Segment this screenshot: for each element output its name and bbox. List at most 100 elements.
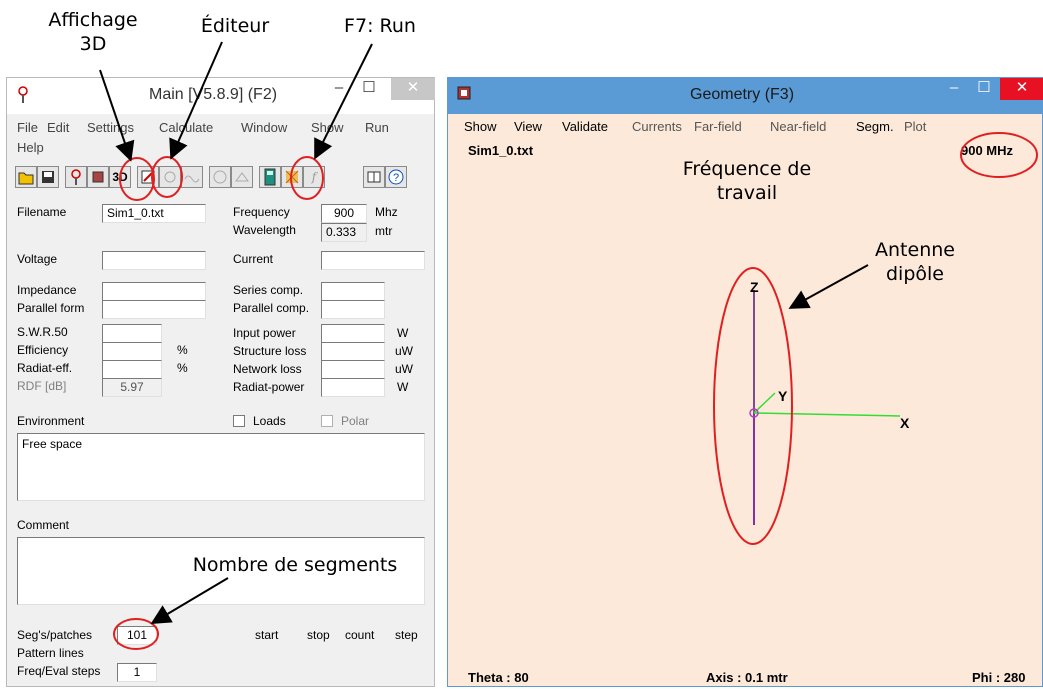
geo-menu-far-field[interactable]: Far-field	[694, 119, 742, 134]
swr-label: S.W.R.50	[17, 325, 68, 339]
loads-checkbox[interactable]	[233, 415, 245, 427]
current-field	[321, 251, 425, 270]
geo-menu-currents[interactable]: Currents	[632, 119, 682, 134]
parallel-form-field	[102, 300, 206, 319]
menu-edit[interactable]: Edit	[47, 120, 69, 135]
network-loss-unit: uW	[395, 362, 413, 376]
efficiency-field	[102, 342, 162, 361]
filename-field[interactable]: Sim1_0.txt	[102, 204, 206, 223]
parallel-comp-label: Parallel comp.	[233, 301, 310, 315]
environment-label: Environment	[17, 414, 85, 428]
axis-y-label: Y	[778, 388, 788, 404]
globe-icon[interactable]	[209, 166, 231, 188]
parallel-form-label: Parallel form	[17, 301, 85, 315]
annotation-3d-line2: 3D	[79, 33, 107, 55]
wavelength-label: Wavelength	[233, 223, 296, 237]
voltage-label: Voltage	[17, 252, 58, 266]
open-folder-icon[interactable]	[15, 166, 37, 188]
network-loss-label: Network loss	[233, 362, 302, 376]
geometry-window-title: Geometry (F3)	[690, 86, 795, 103]
annotation-frequency-line2: travail	[716, 182, 778, 204]
book-icon[interactable]	[363, 166, 385, 188]
menu-window[interactable]: Window	[241, 120, 287, 135]
current-label: Current	[233, 252, 274, 266]
function-icon[interactable]: f	[303, 166, 325, 188]
geo-menu-segm[interactable]: Segm.	[856, 119, 894, 134]
maximize-button[interactable]: ☐	[347, 78, 391, 100]
network-icon[interactable]	[231, 166, 253, 188]
wave-icon[interactable]	[181, 166, 203, 188]
menu-file[interactable]: File	[17, 120, 38, 135]
rdf-label: RDF [dB]	[17, 379, 67, 393]
geo-menu-view[interactable]: View	[514, 119, 542, 134]
calculator-run-icon[interactable]	[259, 166, 281, 188]
phi-readout: Phi : 280	[972, 670, 1026, 685]
main-toolbar: 3D f ?	[15, 166, 427, 192]
menu-settings[interactable]: Settings	[87, 120, 134, 135]
help-icon[interactable]: ?	[385, 166, 407, 188]
mesh-icon[interactable]	[281, 166, 303, 188]
column-step: step	[395, 628, 418, 642]
x-axis-line	[753, 412, 901, 417]
parallel-comp-field	[321, 300, 385, 319]
annotation-frequency: Fréquence de travail	[672, 157, 822, 205]
frequency-unit: Mhz	[375, 205, 398, 219]
geometry-app-icon	[457, 86, 471, 100]
close-button[interactable]: ✕	[391, 78, 435, 100]
impedance-label: Impedance	[17, 283, 77, 297]
environment-box[interactable]: Free space	[17, 433, 425, 501]
column-start: start	[255, 628, 279, 642]
efficiency-label: Efficiency	[17, 343, 69, 357]
swr-field	[102, 324, 162, 343]
loads-label: Loads	[253, 414, 286, 428]
gear-icon[interactable]	[159, 166, 181, 188]
geo-menu-near-field[interactable]: Near-field	[770, 119, 826, 134]
geometry-canvas[interactable]: Sim1_0.txt 900 MHz Z Y X Theta : 80 Axis…	[448, 138, 1042, 686]
network-loss-field	[321, 360, 385, 379]
input-power-field	[321, 324, 385, 343]
pattern-icon[interactable]	[65, 166, 87, 188]
annotation-editor: Éditeur	[200, 15, 270, 37]
theta-readout: Theta : 80	[468, 670, 529, 685]
radiat-eff-unit: %	[177, 361, 188, 375]
3d-view-icon[interactable]: 3D	[109, 166, 131, 188]
wavelength-unit: mtr	[375, 224, 393, 238]
geometry-titlebar: Geometry (F3) – ☐ ✕	[448, 78, 1043, 114]
geo-menu-plot[interactable]: Plot	[904, 119, 926, 134]
efficiency-unit: %	[177, 343, 188, 357]
save-icon[interactable]	[37, 166, 59, 188]
pattern-lines-label: Pattern lines	[17, 646, 84, 660]
impedance-field	[102, 282, 206, 301]
frequency-field[interactable]: 900	[321, 204, 367, 223]
cube-icon[interactable]	[87, 166, 109, 188]
annotation-3d-line1: Affichage	[48, 9, 138, 31]
editor-icon[interactable]	[137, 166, 159, 188]
polar-checkbox	[321, 415, 333, 427]
geo-menu-validate[interactable]: Validate	[562, 119, 608, 134]
freq-eval-field[interactable]: 1	[117, 663, 157, 682]
segs-field[interactable]: 101	[117, 626, 157, 645]
annotation-segments: Nombre de segments	[192, 554, 398, 576]
menu-help[interactable]: Help	[17, 140, 44, 155]
geometry-close-button[interactable]: ✕	[1000, 78, 1043, 100]
series-comp-label: Series comp.	[233, 283, 304, 297]
freq-eval-label: Freq/Eval steps	[17, 664, 101, 678]
voltage-field	[102, 251, 206, 270]
annotation-antenna-line1: Antenne	[875, 239, 955, 261]
geo-menu-show[interactable]: Show	[464, 119, 497, 134]
menu-run[interactable]: Run	[365, 120, 389, 135]
menu-show[interactable]: Show	[311, 120, 344, 135]
axis-x-label: X	[900, 415, 910, 431]
polar-label: Polar	[341, 414, 370, 428]
menu-calculate[interactable]: Calculate	[159, 120, 213, 135]
radiat-eff-field	[102, 360, 162, 379]
annotation-antenna: Antenne dipôle	[860, 238, 970, 286]
radiat-power-field	[321, 378, 385, 397]
segs-label: Seg's/patches	[17, 628, 93, 642]
geometry-plot	[749, 290, 901, 525]
series-comp-field	[321, 282, 385, 301]
annotation-3d-view: Affichage 3D	[48, 8, 138, 56]
main-titlebar: Main [V5.8.9] (F2) – ☐ ✕	[7, 78, 435, 114]
axis-readout: Axis : 0.1 mtr	[706, 670, 788, 685]
annotation-antenna-line2: dipôle	[886, 263, 944, 285]
